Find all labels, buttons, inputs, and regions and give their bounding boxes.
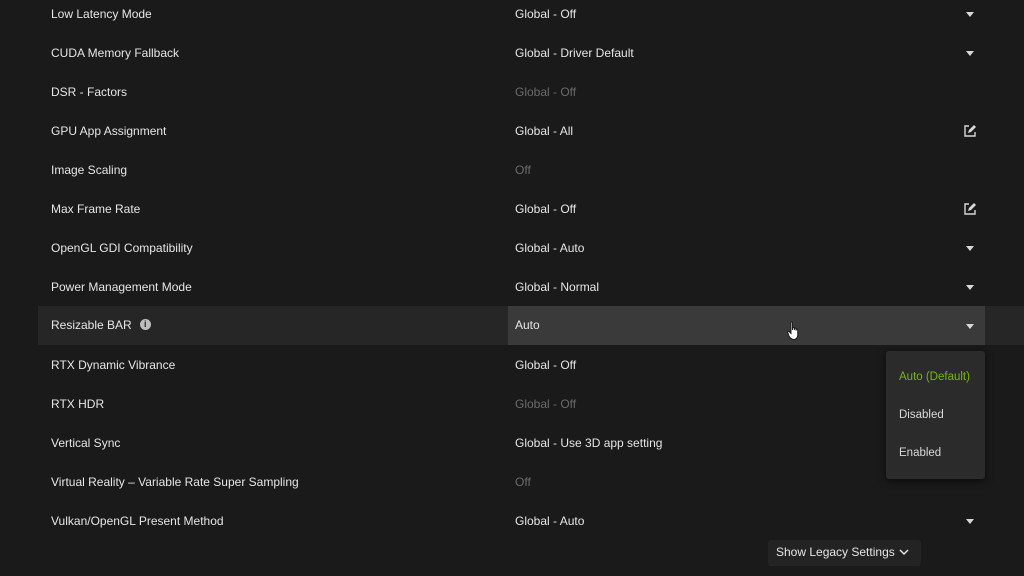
chevron-down-icon[interactable] bbox=[962, 318, 978, 334]
setting-name: Low Latency Mode bbox=[51, 7, 152, 21]
setting-value[interactable]: Global - Auto bbox=[515, 507, 584, 546]
chevron-down-icon[interactable] bbox=[962, 45, 978, 61]
chevron-down-icon bbox=[899, 549, 909, 556]
setting-value[interactable]: Global - Driver Default bbox=[515, 39, 634, 78]
setting-value[interactable]: Global - Off bbox=[515, 351, 576, 390]
hand-cursor-icon bbox=[787, 321, 799, 340]
setting-name: Vertical Sync bbox=[51, 436, 121, 450]
show-legacy-settings-label: Show Legacy Settings bbox=[776, 545, 895, 559]
setting-value: Global - Off bbox=[515, 397, 577, 411]
setting-row-vertical-sync[interactable]: Vertical Sync Global - Use 3D app settin… bbox=[38, 429, 1024, 468]
dropdown-option-auto-default[interactable]: Auto (Default) bbox=[899, 367, 970, 387]
setting-row-opengl-gdi-compatibility[interactable]: OpenGL GDI Compatibility Global - Auto bbox=[38, 234, 1024, 273]
setting-row-low-latency-mode[interactable]: Low Latency Mode Global - Off bbox=[38, 0, 1024, 39]
setting-row-max-frame-rate[interactable]: Max Frame Rate Global - Off bbox=[38, 195, 1024, 234]
setting-value: Off bbox=[515, 475, 531, 489]
info-icon[interactable]: i bbox=[139, 319, 151, 331]
edit-icon[interactable] bbox=[962, 201, 978, 217]
setting-row-gpu-app-assignment[interactable]: GPU App Assignment Global - All bbox=[38, 117, 1024, 156]
setting-value: Global - All bbox=[515, 124, 574, 138]
edit-icon[interactable] bbox=[962, 123, 978, 139]
setting-name: CUDA Memory Fallback bbox=[51, 46, 180, 60]
setting-row-rtx-hdr: RTX HDR Global - Off bbox=[38, 390, 1024, 429]
setting-row-resizable-bar[interactable]: Resizable BAR i Auto bbox=[38, 306, 1024, 345]
setting-value: Global - Off bbox=[515, 85, 577, 99]
setting-row-cuda-memory-fallback[interactable]: CUDA Memory Fallback Global - Driver Def… bbox=[38, 39, 1024, 78]
setting-name: GPU App Assignment bbox=[51, 124, 167, 138]
setting-name: Image Scaling bbox=[51, 163, 128, 177]
show-legacy-settings-button[interactable]: Show Legacy Settings bbox=[768, 540, 921, 566]
setting-value: Off bbox=[515, 163, 531, 177]
setting-name: Vulkan/OpenGL Present Method bbox=[51, 514, 224, 528]
setting-name: RTX HDR bbox=[51, 397, 105, 411]
chevron-down-icon[interactable] bbox=[962, 279, 978, 295]
setting-value: Global - Off bbox=[515, 202, 577, 216]
setting-name: RTX Dynamic Vibrance bbox=[51, 358, 176, 372]
dropdown-option-enabled[interactable]: Enabled bbox=[899, 443, 941, 463]
dropdown-option-disabled[interactable]: Disabled bbox=[899, 405, 944, 425]
chevron-down-icon[interactable] bbox=[962, 513, 978, 529]
setting-value[interactable]: Global - Off bbox=[515, 0, 576, 39]
setting-name: Max Frame Rate bbox=[51, 202, 141, 216]
chevron-down-icon[interactable] bbox=[962, 6, 978, 22]
setting-value[interactable]: Auto bbox=[515, 306, 540, 345]
setting-value[interactable]: Global - Auto bbox=[515, 234, 584, 273]
resizable-bar-dropdown-menu: Auto (Default) Disabled Enabled bbox=[886, 351, 985, 479]
setting-value-dropdown[interactable] bbox=[508, 306, 985, 345]
setting-name: Resizable BAR i bbox=[51, 306, 151, 345]
setting-row-dsr-factors: DSR - Factors Global - Off bbox=[38, 78, 1024, 117]
setting-name: DSR - Factors bbox=[51, 85, 128, 99]
setting-row-rtx-dynamic-vibrance[interactable]: RTX Dynamic Vibrance Global - Off bbox=[38, 351, 1024, 390]
setting-name-label: Resizable BAR bbox=[51, 318, 132, 332]
setting-name: OpenGL GDI Compatibility bbox=[51, 241, 193, 255]
chevron-down-icon[interactable] bbox=[962, 240, 978, 256]
setting-row-virtual-reality-vrss: Virtual Reality – Variable Rate Super Sa… bbox=[38, 468, 1024, 507]
setting-value[interactable]: Global - Use 3D app setting bbox=[515, 429, 662, 468]
setting-name: Virtual Reality – Variable Rate Super Sa… bbox=[51, 475, 299, 489]
setting-row-image-scaling: Image Scaling Off bbox=[38, 156, 1024, 195]
